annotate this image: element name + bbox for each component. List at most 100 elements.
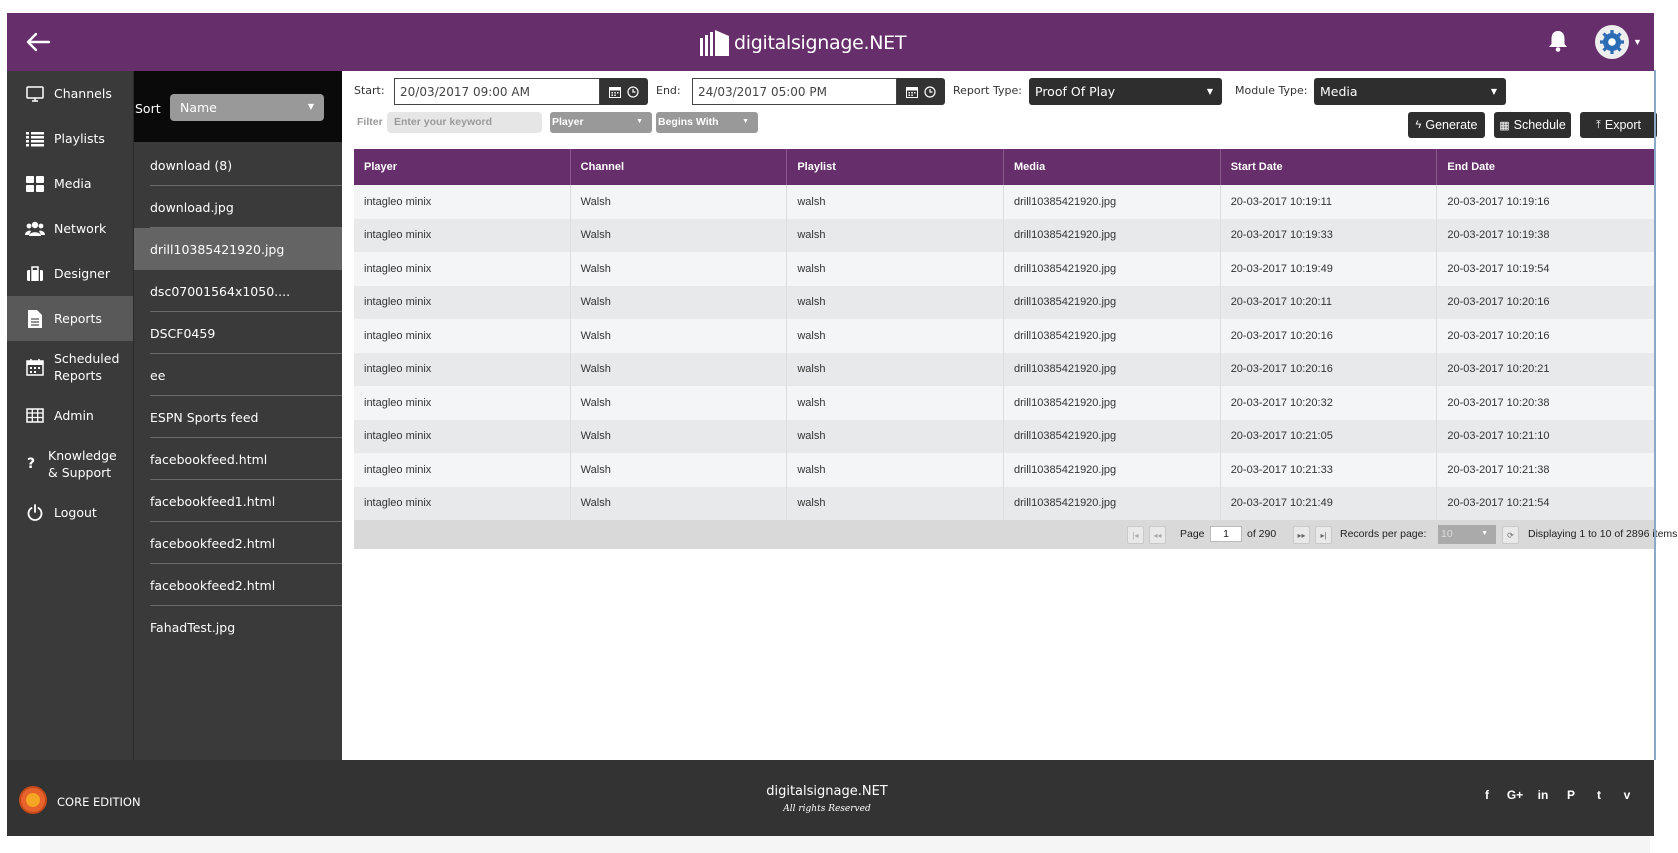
cell-player: intagleo minix — [354, 252, 571, 286]
sidebar-item-label: Network — [54, 221, 107, 236]
start-label: Start: — [354, 84, 385, 97]
column-header-channel[interactable]: Channel — [571, 149, 788, 185]
sidebar-nav: Channels Playlists Media Network Designe… — [7, 71, 133, 760]
sort-value: Name — [180, 100, 217, 115]
list-item[interactable]: ESPN Sports feed — [134, 396, 343, 438]
list-item-selected[interactable]: drill10385421920.jpg — [134, 228, 343, 270]
records-per-page-select[interactable]: 10 ▼ — [1438, 525, 1496, 544]
page-number-input[interactable]: 1 — [1210, 526, 1242, 542]
list-item[interactable]: ee — [134, 354, 343, 396]
sidebar-item-scheduled-reports[interactable]: Scheduled Reports — [7, 341, 133, 393]
table-row[interactable]: intagleo minix Walsh walsh drill10385421920… — [354, 453, 1654, 487]
module-type-label: Module Type: — [1235, 84, 1308, 97]
bell-icon[interactable] — [1545, 28, 1571, 54]
cell-media: drill10385421920.jpg — [1004, 419, 1221, 453]
filter-field-select[interactable]: Player ▼ — [550, 112, 652, 133]
cell-playlist: walsh — [787, 419, 1005, 453]
refresh-icon[interactable]: ⟳ — [1502, 526, 1519, 544]
cell-end-date: 20-03-2017 10:21:10 — [1447, 430, 1550, 443]
settings-menu[interactable]: ▼ — [1595, 25, 1651, 59]
report-type-select[interactable]: Proof Of Play ▼ — [1029, 78, 1222, 105]
cell-playlist: walsh — [787, 386, 1005, 420]
footer-brand: digitalsignage.NET — [766, 784, 888, 799]
linkedin-icon[interactable]: in — [1529, 788, 1557, 802]
edition-badge-icon — [19, 786, 47, 814]
report-type-label: Report Type: — [953, 84, 1022, 97]
sort-label: Sort — [135, 101, 161, 116]
next-page-icon[interactable]: ▸▸ — [1293, 526, 1310, 544]
list-item[interactable]: DSCF0459 — [134, 312, 343, 354]
sidebar-item-playlists[interactable]: Playlists — [7, 116, 133, 161]
sidebar-item-network[interactable]: Network — [7, 206, 133, 251]
list-item[interactable]: facebookfeed1.html — [134, 480, 343, 522]
file-icon — [25, 309, 45, 328]
cell-start-date: 20-03-2017 10:20:32 — [1221, 386, 1438, 420]
list-item-label: facebookfeed2.html — [150, 535, 276, 551]
list-item[interactable]: dsc07001564x1050.... — [134, 270, 343, 312]
table-row[interactable]: intagleo minix Walsh walsh drill10385421920… — [354, 218, 1654, 252]
table-body: intagleo minix Walsh walsh drill10385421920… — [354, 185, 1654, 520]
column-header-playlist[interactable]: Playlist — [787, 149, 1005, 185]
list-item[interactable]: download (8) — [134, 144, 343, 186]
table-row[interactable]: intagleo minix Walsh walsh drill10385421920… — [354, 285, 1654, 319]
twitter-icon[interactable]: t — [1585, 788, 1613, 802]
clock-icon — [924, 85, 936, 98]
sidebar-item-admin[interactable]: Admin — [7, 393, 133, 438]
sidebar-item-logout[interactable]: Logout — [7, 490, 133, 535]
clock-icon — [627, 85, 639, 98]
sidebar-item-designer[interactable]: Designer — [7, 251, 133, 296]
cell-media: drill10385421920.jpg — [1004, 285, 1221, 319]
google-plus-icon[interactable]: G+ — [1501, 788, 1529, 802]
sidebar-item-channels[interactable]: Channels — [7, 71, 133, 116]
pinterest-icon[interactable]: P — [1557, 788, 1585, 802]
table-row[interactable]: intagleo minix Walsh walsh drill10385421920… — [354, 419, 1654, 453]
column-header-media[interactable]: Media — [1004, 149, 1221, 185]
column-header-player[interactable]: Player — [354, 149, 571, 185]
cell-channel: Walsh — [571, 352, 788, 386]
start-date-picker-button[interactable] — [600, 78, 648, 105]
sort-select[interactable]: Name ▼ — [170, 94, 324, 121]
module-type-select[interactable]: Media ▼ — [1314, 78, 1506, 105]
social-links: f G+ in P t v — [1473, 788, 1641, 802]
list-item[interactable]: facebookfeed.html — [134, 438, 343, 480]
end-date-input[interactable]: 24/03/2017 05:00 PM — [692, 78, 897, 105]
chevron-down-icon: ▼ — [1633, 37, 1642, 47]
cell-player: intagleo minix — [354, 352, 571, 386]
sidebar-item-label: Reports — [54, 311, 102, 326]
export-button[interactable]: ⤒ Export — [1580, 112, 1657, 138]
sidebar-item-knowledge-support[interactable]: ? Knowledge & Support — [7, 438, 133, 490]
cell-start-date: 20-03-2017 10:19:33 — [1221, 218, 1438, 252]
table-row[interactable]: intagleo minix Walsh walsh drill10385421920… — [354, 185, 1654, 219]
column-header-end-date[interactable]: End Date — [1437, 149, 1654, 185]
sidebar-item-reports[interactable]: Reports — [7, 296, 133, 341]
column-header-start-date[interactable]: Start Date — [1221, 149, 1438, 185]
calendar-icon: ▦ — [1499, 119, 1510, 132]
bolt-icon: ϟ — [1415, 119, 1422, 131]
app-window: digitalsignage.NET ▼ Channels Playlists … — [7, 13, 1677, 836]
list-item[interactable]: FahadTest.jpg — [134, 606, 343, 648]
facebook-icon[interactable]: f — [1473, 788, 1501, 802]
list-item[interactable]: facebookfeed2.html — [134, 522, 343, 564]
table-row[interactable]: intagleo minix Walsh walsh drill10385421920… — [354, 486, 1654, 520]
vimeo-icon[interactable]: v — [1613, 788, 1641, 802]
filter-operator-select[interactable]: Begins With ▼ — [656, 112, 758, 133]
sidebar-item-media[interactable]: Media — [7, 161, 133, 206]
list-item[interactable]: facebookfeed2.html — [134, 564, 343, 606]
table-row[interactable]: intagleo minix Walsh walsh drill10385421920… — [354, 386, 1654, 420]
brand-logo[interactable]: digitalsignage.NET — [700, 29, 906, 57]
end-date-picker-button[interactable] — [897, 78, 945, 105]
table-row[interactable]: intagleo minix Walsh walsh drill10385421920… — [354, 352, 1654, 386]
list-item-label: facebookfeed2.html — [150, 577, 276, 593]
last-page-icon[interactable]: ▸| — [1315, 526, 1332, 544]
table-row[interactable]: intagleo minix Walsh walsh drill10385421920… — [354, 252, 1654, 286]
start-date-input[interactable]: 20/03/2017 09:00 AM — [394, 78, 600, 105]
list-item[interactable]: download.jpg — [134, 186, 343, 228]
schedule-button[interactable]: ▦ Schedule — [1494, 112, 1571, 138]
back-arrow-icon[interactable] — [23, 27, 53, 57]
prev-page-icon[interactable]: ◂◂ — [1149, 526, 1166, 544]
generate-button[interactable]: ϟ Generate — [1408, 112, 1485, 138]
first-page-icon[interactable]: |◂ — [1127, 526, 1144, 544]
filter-keyword-input[interactable]: Enter your keyword — [387, 112, 542, 133]
table-row[interactable]: intagleo minix Walsh walsh drill10385421920… — [354, 319, 1654, 353]
chevron-down-icon: ▼ — [307, 102, 314, 111]
